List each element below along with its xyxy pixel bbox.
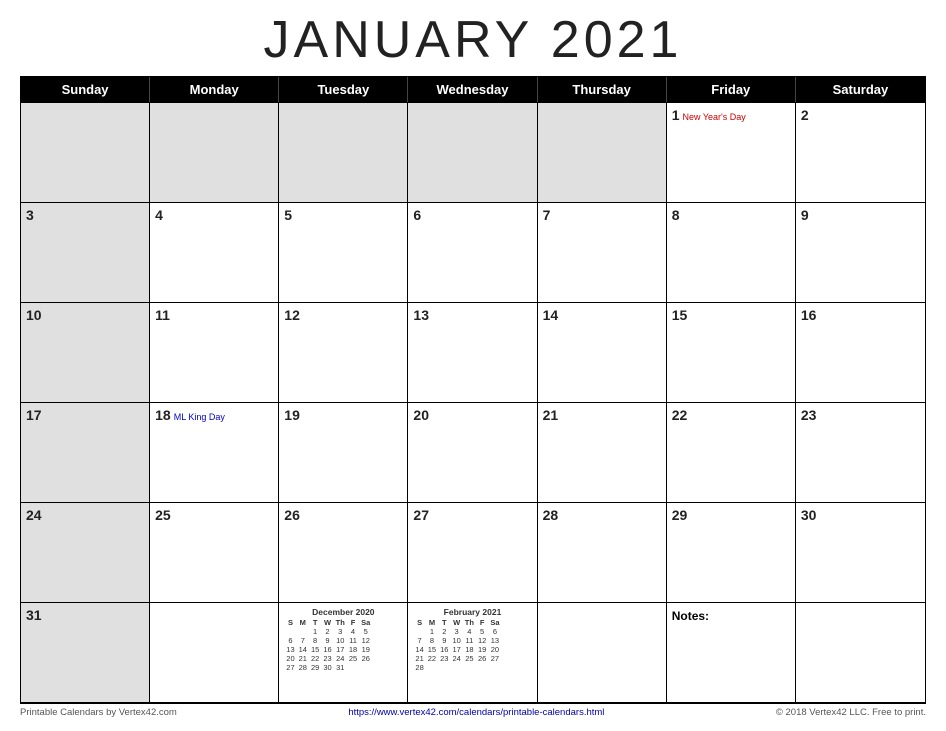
date-number: 22	[672, 407, 688, 423]
mini-cal-feb: February 2021SMTWThFSa123456789101112131…	[413, 607, 531, 672]
cal-cell: 22	[667, 403, 796, 503]
cal-cell: 10	[21, 303, 150, 403]
date-number: 30	[801, 507, 817, 523]
cal-cell	[538, 103, 667, 203]
cal-cell: 19	[279, 403, 408, 503]
date-number: 6	[413, 207, 421, 223]
cal-cell: 30	[796, 503, 925, 603]
cal-cell: 15	[667, 303, 796, 403]
date-number: 17	[26, 407, 42, 423]
cal-cell: 5	[279, 203, 408, 303]
cal-cell-lastrow-thu	[538, 603, 667, 703]
cal-cell: 2	[796, 103, 925, 203]
cal-cell: 29	[667, 503, 796, 603]
date-number: 14	[543, 307, 559, 323]
calendar: SundayMondayTuesdayWednesdayThursdayFrid…	[20, 76, 926, 704]
cal-cell: 9	[796, 203, 925, 303]
day-headers: SundayMondayTuesdayWednesdayThursdayFrid…	[21, 77, 925, 102]
day-header-sunday: Sunday	[21, 77, 150, 102]
cal-cell: 16	[796, 303, 925, 403]
cal-cell	[21, 103, 150, 203]
footer: Printable Calendars by Vertex42.com http…	[20, 704, 926, 718]
cal-cell: 17	[21, 403, 150, 503]
date-number: 24	[26, 507, 42, 523]
cal-cell-lastrow-mon	[150, 603, 279, 703]
date-number: 26	[284, 507, 300, 523]
date-number: 5	[284, 207, 292, 223]
footer-left: Printable Calendars by Vertex42.com	[20, 707, 177, 718]
cal-cell: 7	[538, 203, 667, 303]
cal-cell: 4	[150, 203, 279, 303]
cal-cell: 13	[408, 303, 537, 403]
day-header-thursday: Thursday	[538, 77, 667, 102]
date-number: 25	[155, 507, 171, 523]
date-number: 18	[155, 407, 171, 423]
cal-cell: 28	[538, 503, 667, 603]
day-header-wednesday: Wednesday	[408, 77, 537, 102]
cal-cell: 18ML King Day	[150, 403, 279, 503]
day-header-friday: Friday	[667, 77, 796, 102]
cal-cell-lastrow-fri: Notes:	[667, 603, 796, 703]
date-number: 10	[26, 307, 42, 323]
date-number: 23	[801, 407, 817, 423]
cal-cell: 14	[538, 303, 667, 403]
cal-cell	[150, 103, 279, 203]
date-number: 3	[26, 207, 34, 223]
day-header-tuesday: Tuesday	[279, 77, 408, 102]
date-number: 31	[26, 607, 42, 623]
cal-cell: 27	[408, 503, 537, 603]
holiday-label: New Year's Day	[683, 112, 746, 122]
cal-cell-lastrow-tue: December 2020SMTWThFSa123456789101112131…	[279, 603, 408, 703]
date-number: 12	[284, 307, 300, 323]
day-header-monday: Monday	[150, 77, 279, 102]
date-number: 13	[413, 307, 429, 323]
date-number: 7	[543, 207, 551, 223]
cal-cell: 20	[408, 403, 537, 503]
day-header-saturday: Saturday	[796, 77, 925, 102]
cal-cell	[279, 103, 408, 203]
cal-cell-31: 31	[21, 603, 150, 703]
cal-cell: 26	[279, 503, 408, 603]
date-number: 28	[543, 507, 559, 523]
cal-cell: 21	[538, 403, 667, 503]
date-number: 2	[801, 107, 809, 123]
date-number: 9	[801, 207, 809, 223]
cal-cell	[408, 103, 537, 203]
cal-cell: 6	[408, 203, 537, 303]
date-number: 21	[543, 407, 559, 423]
cal-cell: 11	[150, 303, 279, 403]
notes-label: Notes:	[672, 609, 709, 623]
cal-cell: 1New Year's Day	[667, 103, 796, 203]
footer-right: © 2018 Vertex42 LLC. Free to print.	[776, 707, 926, 718]
date-number: 27	[413, 507, 429, 523]
cal-cell: 8	[667, 203, 796, 303]
date-number: 29	[672, 507, 688, 523]
cal-cell-lastrow-sat	[796, 603, 925, 703]
date-number: 1	[672, 107, 680, 123]
cal-cell: 12	[279, 303, 408, 403]
calendar-grid: 1New Year's Day2345678910111213141516171…	[21, 102, 925, 703]
date-number: 16	[801, 307, 817, 323]
holiday-label: ML King Day	[174, 412, 225, 422]
cal-cell: 3	[21, 203, 150, 303]
date-number: 11	[155, 307, 170, 323]
footer-link[interactable]: https://www.vertex42.com/calendars/print…	[348, 707, 604, 718]
date-number: 20	[413, 407, 429, 423]
calendar-title: JANUARY 2021	[264, 10, 683, 70]
mini-cal-dec: December 2020SMTWThFSa123456789101112131…	[284, 607, 402, 672]
cal-cell: 25	[150, 503, 279, 603]
cal-cell: 24	[21, 503, 150, 603]
date-number: 8	[672, 207, 680, 223]
date-number: 15	[672, 307, 688, 323]
cal-cell: 23	[796, 403, 925, 503]
cal-cell-lastrow-wed: February 2021SMTWThFSa123456789101112131…	[408, 603, 537, 703]
date-number: 4	[155, 207, 163, 223]
date-number: 19	[284, 407, 300, 423]
